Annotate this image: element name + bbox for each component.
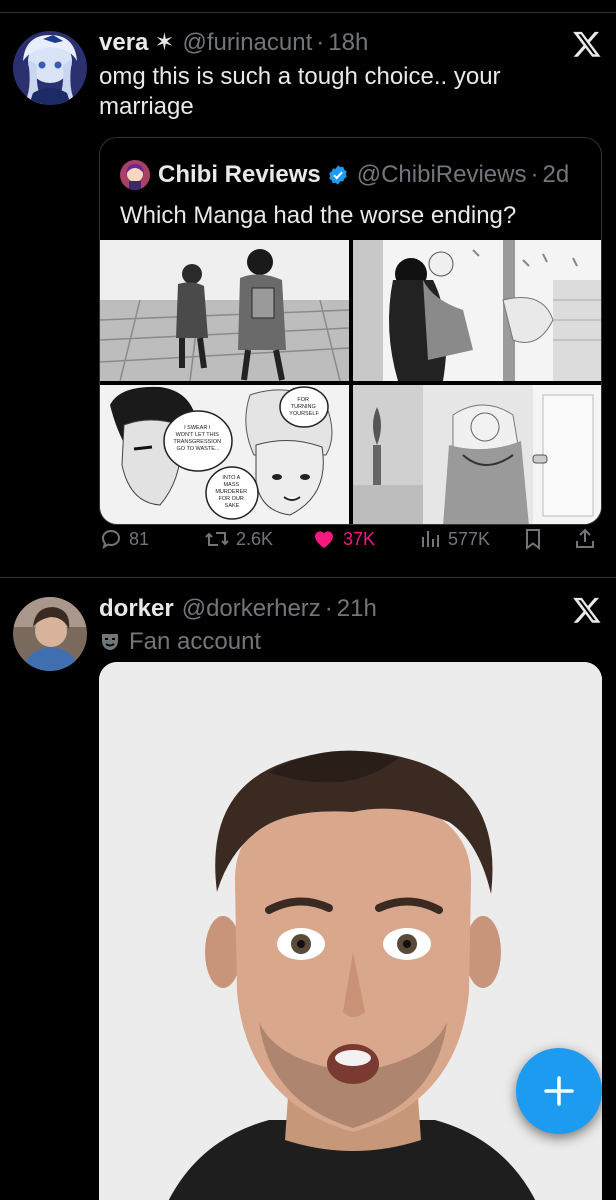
tweet-text: omg this is such a tough choice.. your m… [99,63,501,120]
manga-panel-two-characters[interactable]: I SWEAR I WON'T LET THIS TRANSGRESSION G… [100,385,349,524]
repost-icon [205,532,229,546]
quote-display-name[interactable]: Chibi Reviews [158,161,321,189]
views-count: 577K [448,528,491,549]
verified-badge-icon [329,165,347,185]
bookmark-button[interactable] [522,527,550,551]
timestamp[interactable]: 21h [337,594,377,624]
separator: · [316,29,325,56]
bubble-line: FOR [297,397,309,403]
display-name[interactable]: vera [99,28,148,58]
quote-text: Which Manga had the worse ending? [120,202,517,229]
bubble-line: FOR OUR [219,496,244,502]
manga-image: I SWEAR I WON'T LET THIS TRANSGRESSION G… [100,385,349,524]
like-count: 37K [343,528,376,549]
handle[interactable]: @dorkerherz [182,594,321,624]
reply-button[interactable]: 81 [99,527,149,551]
fan-account-label: Fan account [99,628,602,656]
tweet-actions: 81 2.6K 37K 577K [99,527,604,561]
bubble-line: MASS [223,482,239,488]
like-button[interactable]: 37K [311,527,375,551]
manga-panel-hug-by-window[interactable] [353,385,601,524]
manga-panel-embrace[interactable] [353,240,601,381]
quote-header: Chibi Reviews @ChibiReviews · 2d [120,160,569,190]
avatar[interactable] [13,31,87,105]
share-icon [576,528,594,548]
bubble-line: YOURSELF [289,411,319,417]
heart-icon [315,531,333,548]
bubble-line: I SWEAR I [184,425,211,431]
tweet[interactable]: vera ✶ @furinacunt · 18h omg this is suc… [0,0,616,576]
bookmark-icon [526,529,540,550]
name-symbol: ✶ [154,29,175,56]
repost-count: 2.6K [236,528,274,549]
quoted-tweet[interactable]: Chibi Reviews @ChibiReviews · 2d Which M… [99,137,602,525]
timestamp[interactable]: 18h [328,28,368,58]
display-name[interactable]: dorker [99,594,174,624]
repost-button[interactable]: 2.6K [204,527,273,551]
bubble-line: GO TO WASTE... [177,446,220,452]
separator: · [530,161,539,188]
person-photo-avatar [13,597,87,671]
chibi-avatar-icon [120,160,150,190]
bubble-line: SAKE [225,503,240,509]
tweet-header: dorker @dorkerherz · 21h Fan account [99,594,602,656]
share-button[interactable] [573,527,603,551]
bubble-line: MURDERER [215,489,247,495]
theater-mask-icon [102,634,118,650]
views-icon [422,531,439,547]
media-grid: I SWEAR I WON'T LET THIS TRANSGRESSION G… [100,240,601,524]
quote-avatar[interactable] [120,160,150,190]
compose-button[interactable] [516,1048,602,1134]
plus-icon [544,1076,574,1106]
manga-image [353,240,601,381]
quote-timestamp: 2d [542,161,570,188]
manga-image [353,385,601,524]
avatar[interactable] [13,597,87,671]
x-logo-icon[interactable] [572,595,602,625]
bubble-line: TURNING [291,404,316,410]
x-logo-icon[interactable] [572,29,602,59]
handle[interactable]: @furinacunt [183,28,313,58]
manga-panel-walking-away[interactable] [100,240,349,381]
bubble-line: TRANSGRESSION [173,439,221,445]
manga-image [100,240,349,381]
anime-character-avatar [13,31,87,105]
views-button[interactable]: 577K [418,527,490,551]
bubble-line: INTO A [222,475,240,481]
quote-handle[interactable]: @ChibiReviews [357,161,527,189]
separator: · [324,595,333,622]
reply-icon [101,529,121,550]
tweet-header: vera ✶ @furinacunt · 18h omg this is suc… [99,28,602,122]
reply-count: 81 [129,528,150,549]
fan-account-text: Fan account [129,628,262,655]
bubble-line: WON'T LET THIS [176,432,220,438]
